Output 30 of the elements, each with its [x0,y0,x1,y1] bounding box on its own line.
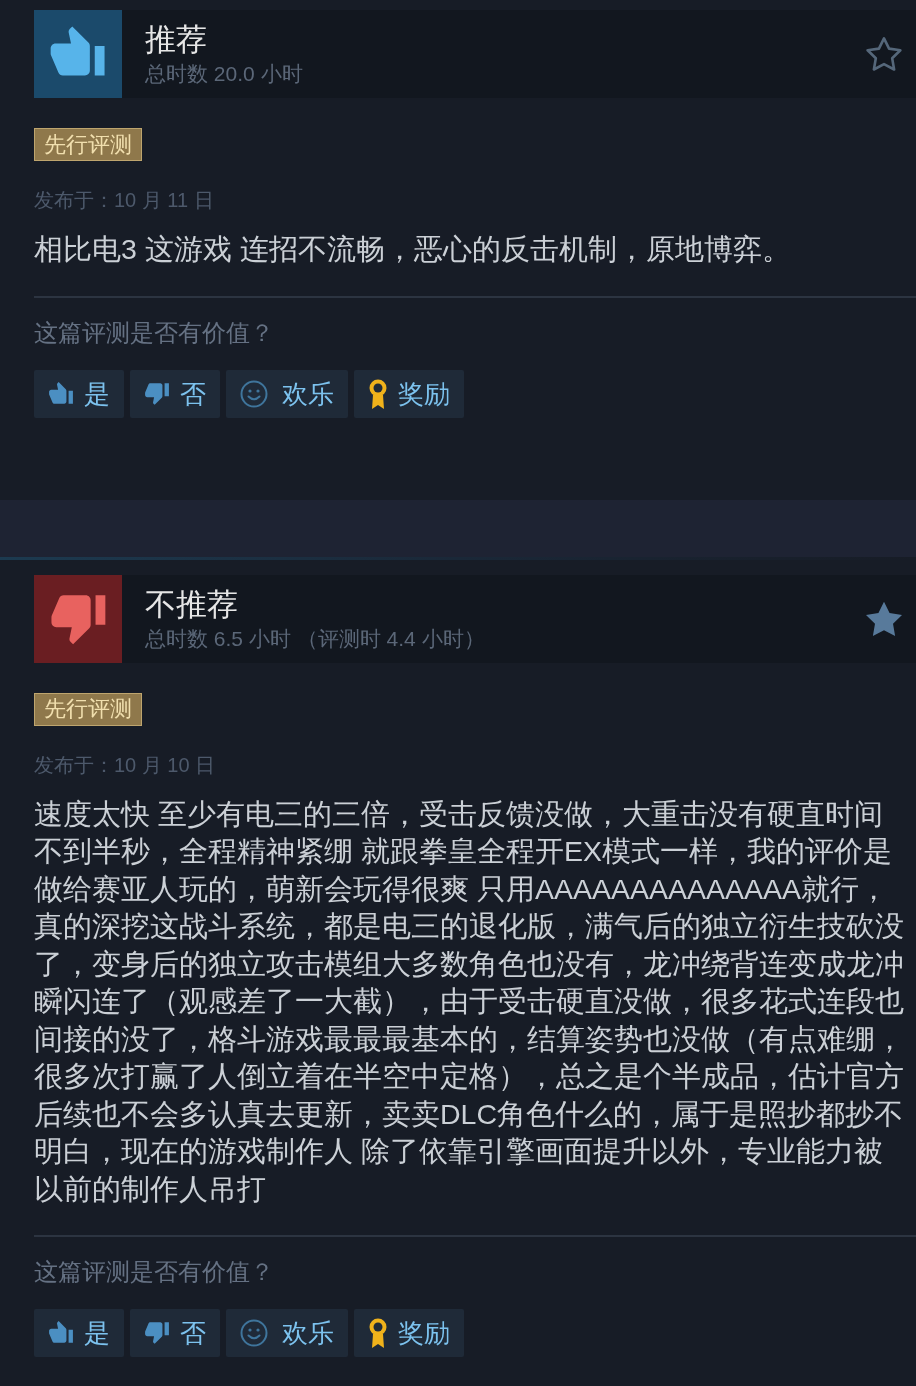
review-verdict: 不推荐 [145,585,238,624]
review-verdict: 推荐 [145,21,207,59]
post-date: 发布于：10 月 10 日 [34,752,216,778]
post-date: 发布于：10 月 11 日 [34,188,214,213]
award-button[interactable]: 奖励 [354,369,464,418]
no-button[interactable]: 否 [130,1309,220,1357]
funny-button[interactable]: 欢乐 [226,369,348,418]
yes-button[interactable]: 是 [34,369,124,418]
playtime-text: 总时数 20.0 小时 [145,61,303,87]
playtime-text: 总时数 6.5 小时 （评测时 4.4 小时） [145,625,485,652]
thumbs-down-icon [144,1320,170,1346]
star-icon[interactable] [866,600,902,637]
award-ribbon-icon [368,377,388,410]
smiley-icon [240,379,268,408]
yes-button[interactable]: 是 [34,1309,124,1357]
award-button[interactable]: 奖励 [354,1309,464,1357]
helpful-question: 这篇评测是否有价值？ [34,317,274,348]
no-button[interactable]: 否 [130,369,220,418]
award-ribbon-icon [368,1317,388,1349]
thumbs-up-icon [48,1320,74,1346]
smiley-icon [240,1319,268,1347]
funny-button[interactable]: 欢乐 [226,1309,348,1357]
star-icon[interactable] [866,36,902,72]
thumbs-up-icon [48,380,74,407]
review-text: 速度太快 至少有电三的三倍，受击反馈没做，大重击没有硬直时间不到半秒，全程精神紧绷 就跟拳皇全程开EX模式一样，我的评价是做给赛亚人玩的，萌新会玩得很爽 只用AAAAAAAAAAAAAA就行，真的深挖这战斗系统，都是电三的退化版，满气后的独立衍生技砍没了，变身后的独立攻击模组大多数角色也没有，龙冲绕背连变成龙冲瞬闪连了（观感差了一大截），由于受击硬直没做，很多花式连段也间接的没了，格斗游戏最最最基本的，结算姿势也没做（有点难绷，很多次打赢了人倒立着在半空中定格），总之是个半成品，估计官方后续也不会多认真去更新，卖卖DLC角色什么的，属于是照抄都抄不明白，现在的游戏制作人 除了依靠引擎画面提升以外，专业能力被以前的制作人吊打 [34,796,905,1207]
early-access-badge: 先行评测 [34,692,142,726]
thumbs-down-icon [144,380,170,407]
review-text: 相比电3 这游戏 连招不流畅，恶心的反击机制，原地博弈。 [34,232,792,267]
early-access-badge: 先行评测 [34,128,142,161]
helpful-question: 这篇评测是否有价值？ [34,1257,274,1287]
